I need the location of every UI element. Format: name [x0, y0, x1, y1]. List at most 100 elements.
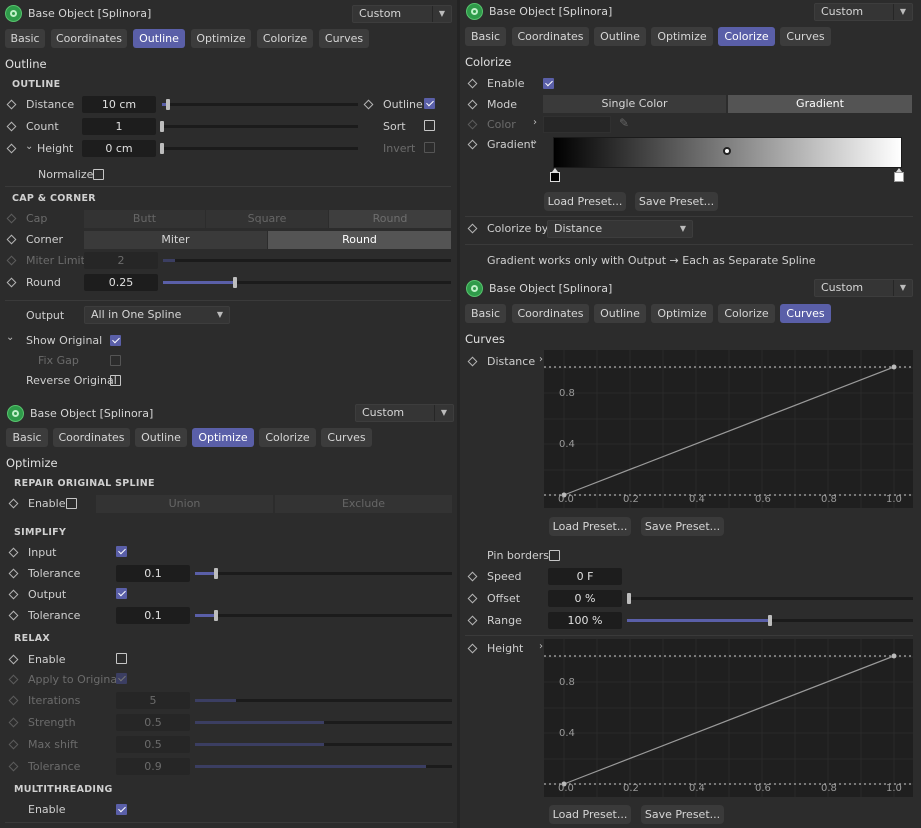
strength-slider[interactable]	[195, 721, 452, 724]
preset-dropdown[interactable]: Custom ▼	[355, 404, 454, 422]
relax-tolerance-field[interactable]: 0.9	[116, 758, 190, 775]
preset-dropdown[interactable]: Custom ▼	[352, 5, 452, 23]
count-slider-knob[interactable]	[160, 121, 164, 132]
range-field[interactable]: 100 %	[548, 612, 622, 629]
mt-enable-checkbox[interactable]	[116, 804, 127, 815]
distance-slider-knob[interactable]	[166, 99, 170, 110]
keyframe-diamond-icon[interactable]	[8, 654, 19, 665]
keyframe-diamond-icon[interactable]	[8, 610, 19, 621]
keyframe-diamond-icon[interactable]	[6, 121, 17, 132]
cap-option-round[interactable]: Round	[329, 210, 451, 228]
corner-option-miter[interactable]: Miter	[84, 231, 267, 249]
chevron-right-icon[interactable]: ›	[533, 137, 537, 148]
invert-checkbox[interactable]	[424, 142, 435, 153]
relax-tolerance-slider[interactable]	[195, 765, 452, 768]
tab-coordinates[interactable]: Coordinates	[51, 29, 127, 48]
input-tolerance-field[interactable]: 0.1	[116, 565, 190, 582]
output-tolerance-slider[interactable]	[195, 610, 452, 621]
range-slider-knob[interactable]	[768, 615, 772, 626]
tab-curves[interactable]: Curves	[780, 27, 831, 46]
speed-field[interactable]: 0 F	[548, 568, 622, 585]
tab-curves[interactable]: Curves	[321, 428, 372, 447]
outline-checkbox[interactable]	[424, 98, 435, 109]
eyedropper-icon[interactable]: ✎	[619, 116, 629, 130]
keyframe-diamond-icon[interactable]	[8, 739, 19, 750]
keyframe-diamond-icon[interactable]	[467, 571, 478, 582]
corner-option-round[interactable]: Round	[268, 231, 451, 249]
tab-coordinates[interactable]: Coordinates	[53, 428, 130, 447]
keyframe-diamond-icon[interactable]	[467, 139, 478, 150]
tab-colorize[interactable]: Colorize	[259, 428, 316, 447]
chevron-right-icon[interactable]: ›	[533, 117, 537, 128]
offset-field[interactable]: 0 %	[548, 590, 622, 607]
tab-outline[interactable]: Outline	[133, 29, 185, 48]
keyframe-diamond-icon[interactable]	[6, 234, 17, 245]
chevron-down-icon[interactable]: ⌄	[6, 332, 14, 343]
tab-coordinates[interactable]: Coordinates	[512, 27, 589, 46]
max-shift-slider[interactable]	[195, 743, 452, 746]
pin-borders-checkbox[interactable]	[549, 550, 560, 561]
height-slider-knob[interactable]	[160, 143, 164, 154]
tab-basic[interactable]: Basic	[465, 304, 506, 323]
sort-checkbox[interactable]	[424, 120, 435, 131]
iterations-field[interactable]: 5	[116, 692, 190, 709]
tab-coordinates[interactable]: Coordinates	[512, 304, 589, 323]
save-preset-button[interactable]: Save Preset...	[635, 192, 718, 211]
tab-outline[interactable]: Outline	[594, 304, 646, 323]
keyframe-diamond-icon[interactable]	[363, 99, 374, 110]
strength-field[interactable]: 0.5	[116, 714, 190, 731]
count-slider[interactable]	[160, 121, 358, 132]
color-swatch[interactable]	[543, 116, 611, 133]
distance-curve-graph[interactable]: 0.8 0.4 0.0 0.2 0.4 0.6 0.8 1.0	[544, 350, 913, 508]
keyframe-diamond-icon[interactable]	[467, 356, 478, 367]
tab-basic[interactable]: Basic	[6, 428, 48, 447]
round-slider-knob[interactable]	[233, 277, 237, 288]
height-curve-graph[interactable]: 0.8 0.4 0.0 0.2 0.4 0.6 0.8 1.0	[544, 639, 913, 797]
keyframe-diamond-icon[interactable]	[467, 119, 478, 130]
apply-to-original-checkbox[interactable]	[116, 673, 127, 684]
fix-gap-checkbox[interactable]	[110, 355, 121, 366]
tab-optimize[interactable]: Optimize	[191, 29, 251, 48]
height-slider[interactable]	[160, 143, 358, 154]
tab-colorize[interactable]: Colorize	[718, 27, 775, 46]
keyframe-diamond-icon[interactable]	[467, 78, 478, 89]
tab-curves[interactable]: Curves	[319, 29, 369, 48]
repair-option-union[interactable]: Union	[96, 495, 273, 513]
chevron-right-icon[interactable]: ›	[539, 354, 543, 365]
range-slider[interactable]	[627, 615, 913, 626]
keyframe-diamond-icon[interactable]	[8, 695, 19, 706]
tab-outline[interactable]: Outline	[594, 27, 646, 46]
repair-option-exclude[interactable]: Exclude	[275, 495, 452, 513]
tab-basic[interactable]: Basic	[5, 29, 45, 48]
load-preset-button[interactable]: Load Preset...	[549, 805, 631, 824]
tab-curves[interactable]: Curves	[780, 304, 831, 323]
tab-basic[interactable]: Basic	[465, 27, 506, 46]
tab-colorize[interactable]: Colorize	[257, 29, 313, 48]
preset-dropdown[interactable]: Custom ▼	[814, 3, 913, 21]
offset-slider-knob[interactable]	[627, 593, 631, 604]
repair-enable-checkbox[interactable]	[66, 498, 77, 509]
input-checkbox[interactable]	[116, 546, 127, 557]
tab-optimize[interactable]: Optimize	[192, 428, 254, 447]
colorize-enable-checkbox[interactable]	[543, 78, 554, 89]
load-preset-button[interactable]: Load Preset...	[544, 192, 626, 211]
distance-field[interactable]: 10 cm	[82, 96, 156, 113]
mode-option-single-color[interactable]: Single Color	[543, 95, 726, 113]
input-tolerance-slider[interactable]	[195, 568, 452, 579]
colorize-by-dropdown[interactable]: Distance ▼	[547, 220, 693, 238]
load-preset-button[interactable]: Load Preset...	[549, 517, 631, 536]
keyframe-diamond-icon[interactable]	[6, 143, 17, 154]
keyframe-diamond-icon[interactable]	[467, 593, 478, 604]
keyframe-diamond-icon[interactable]	[6, 255, 17, 266]
tab-optimize[interactable]: Optimize	[651, 304, 713, 323]
keyframe-diamond-icon[interactable]	[8, 717, 19, 728]
show-original-checkbox[interactable]	[110, 335, 121, 346]
height-field[interactable]: 0 cm	[82, 140, 156, 157]
output-checkbox[interactable]	[116, 588, 127, 599]
mode-option-gradient[interactable]: Gradient	[728, 95, 912, 113]
output-tolerance-field[interactable]: 0.1	[116, 607, 190, 624]
keyframe-diamond-icon[interactable]	[467, 99, 478, 110]
offset-slider[interactable]	[627, 593, 913, 604]
iterations-slider[interactable]	[195, 699, 452, 702]
output-dropdown[interactable]: All in One Spline ▼	[84, 306, 230, 324]
